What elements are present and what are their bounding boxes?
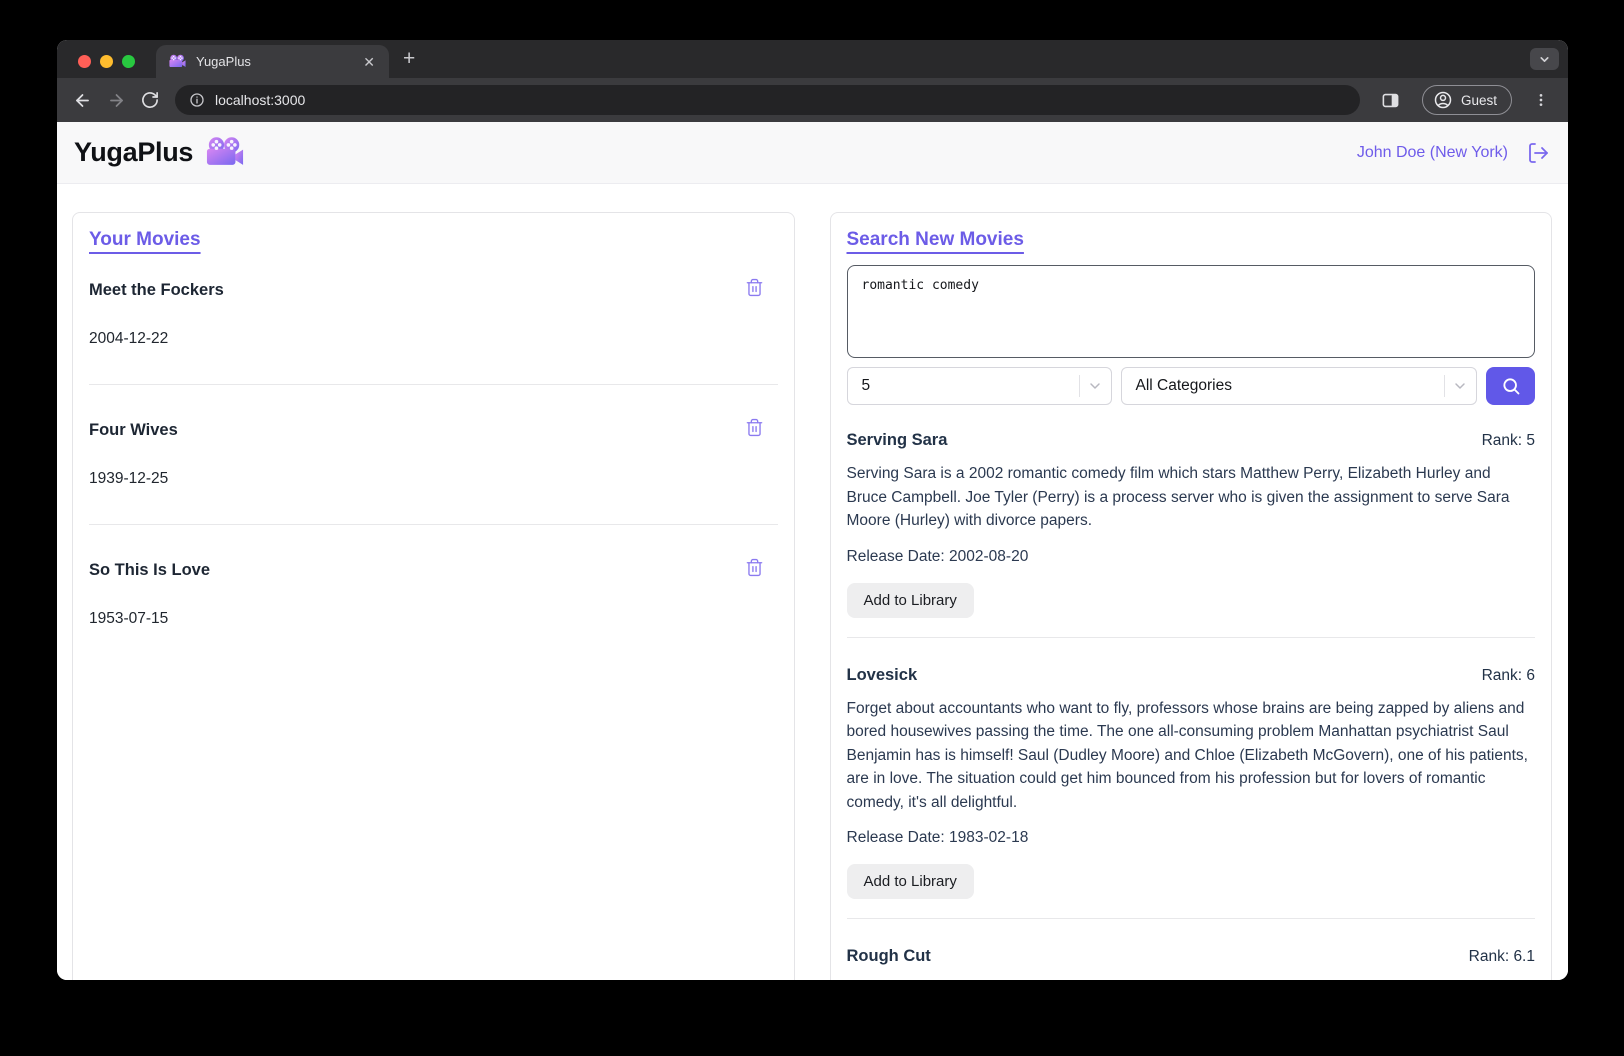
result-rank: Rank: 6 xyxy=(1481,666,1535,684)
movie-release-date: 1939-12-25 xyxy=(89,470,169,487)
delete-movie-button[interactable] xyxy=(745,558,764,577)
content: Your Movies Meet the Fockers 2004-12-22 xyxy=(57,184,1568,980)
new-tab-button[interactable]: + xyxy=(403,47,415,71)
profile-button[interactable]: Guest xyxy=(1421,85,1512,115)
movie-release-date: 1953-07-15 xyxy=(89,610,169,627)
category-value: All Categories xyxy=(1135,377,1233,394)
movie-camera-logo-icon xyxy=(207,137,244,165)
header-right: John Doe (New York) xyxy=(1357,141,1550,165)
add-to-library-button[interactable]: Add to Library xyxy=(846,582,974,618)
logout-icon[interactable] xyxy=(1526,141,1550,165)
minimize-window-button[interactable] xyxy=(100,55,113,68)
site-info-icon[interactable] xyxy=(189,92,205,108)
user-name: John Doe (New York) xyxy=(1356,143,1508,161)
library-item: So This Is Love 1953-07-15 xyxy=(89,525,778,664)
result-title: Rough Cut xyxy=(846,947,931,965)
browser-menu-button[interactable] xyxy=(1524,83,1558,117)
movie-title: Four Wives xyxy=(89,421,178,439)
search-result: Serving Sara Rank: 5 Serving Sara is a 2… xyxy=(846,405,1535,637)
side-panel-button[interactable] xyxy=(1374,83,1408,117)
movie-title: So This Is Love xyxy=(89,561,211,579)
browser-window: YugaPlus ✕ + localhost:3000 Guest YugaPl… xyxy=(57,40,1568,980)
result-rank: Rank: 6.1 xyxy=(1468,948,1535,965)
movie-release-date: 2004-12-22 xyxy=(89,330,169,347)
yugaplus-page: YugaPlus John Doe (New York) Your Movies… xyxy=(57,122,1568,980)
back-arrow-icon xyxy=(75,93,89,107)
chevron-down-icon xyxy=(1089,383,1100,389)
library-item: Meet the Fockers 2004-12-22 xyxy=(89,251,778,385)
result-description: Serving Sara is a 2002 romantic comedy f… xyxy=(846,465,1510,529)
category-select[interactable]: All Categories xyxy=(1120,367,1477,405)
reload-button[interactable] xyxy=(133,83,167,117)
library-item: Four Wives 1939-12-25 xyxy=(89,385,778,525)
app-header: YugaPlus John Doe (New York) xyxy=(57,122,1568,184)
tab-search-chevron-button[interactable] xyxy=(1530,48,1559,70)
result-limit-value: 5 xyxy=(861,377,871,394)
result-release-date: Release Date: 1983-02-18 xyxy=(846,829,1029,846)
tab-strip: YugaPlus ✕ + xyxy=(57,40,1568,78)
back-button[interactable] xyxy=(65,83,99,117)
chevron-down-icon xyxy=(1455,383,1465,389)
result-description: Forget about accountants who want to fly… xyxy=(846,699,1528,811)
close-window-button[interactable] xyxy=(78,55,91,68)
search-button[interactable] xyxy=(1486,367,1535,405)
tab-title: YugaPlus xyxy=(196,54,251,69)
user-avatar-icon xyxy=(1434,91,1452,109)
select-divider xyxy=(1078,375,1080,397)
url-bar[interactable]: localhost:3000 xyxy=(175,85,1360,115)
result-limit-select[interactable]: 5 xyxy=(846,367,1112,405)
search-heading: Search New Movies xyxy=(846,229,1024,250)
movie-title: Meet the Fockers xyxy=(89,281,224,299)
add-to-library-button[interactable]: Add to Library xyxy=(846,864,974,899)
browser-toolbar: localhost:3000 Guest xyxy=(57,78,1568,122)
search-panel: Search New Movies romantic comedy 5 All … xyxy=(829,212,1552,980)
tab-close-icon[interactable]: ✕ xyxy=(359,53,379,71)
forward-button[interactable] xyxy=(99,83,133,117)
screenshot-stage: YugaPlus ✕ + localhost:3000 Guest YugaPl… xyxy=(0,0,1624,1056)
search-icon xyxy=(1502,378,1519,395)
search-result: Rough Cut Rank: 6.1 xyxy=(846,918,1535,966)
forward-arrow-icon xyxy=(109,93,123,107)
kebab-menu-icon xyxy=(1539,94,1543,106)
select-divider xyxy=(1444,375,1445,397)
maximize-window-button[interactable] xyxy=(122,55,135,68)
trash-icon xyxy=(746,278,762,297)
search-controls: 5 All Categories xyxy=(846,367,1535,405)
result-release-date: Release Date: 2002-08-20 xyxy=(846,547,1029,565)
search-query-input[interactable]: romantic comedy xyxy=(846,265,1535,358)
trash-icon xyxy=(746,558,762,577)
delete-movie-button[interactable] xyxy=(745,278,764,297)
reload-icon xyxy=(142,92,158,108)
delete-movie-button[interactable] xyxy=(745,418,764,437)
side-panel-icon xyxy=(1383,93,1399,107)
trash-icon xyxy=(746,418,762,437)
result-rank: Rank: 5 xyxy=(1481,432,1535,449)
traffic-lights xyxy=(57,55,135,78)
url-text: localhost:3000 xyxy=(215,92,306,108)
profile-label: Guest xyxy=(1460,92,1497,108)
brand-title: YugaPlus xyxy=(74,137,194,167)
your-movies-panel: Your Movies Meet the Fockers 2004-12-22 xyxy=(72,212,795,980)
result-title: Serving Sara xyxy=(846,431,948,449)
tab-yugaplus[interactable]: YugaPlus ✕ xyxy=(156,45,389,78)
brand: YugaPlus xyxy=(74,136,244,169)
movie-camera-favicon xyxy=(169,54,186,68)
chevron-down-icon xyxy=(1540,56,1549,62)
your-movies-heading: Your Movies xyxy=(89,229,201,250)
result-title: Lovesick xyxy=(846,665,918,684)
search-result: Lovesick Rank: 6 Forget about accountant… xyxy=(846,636,1535,919)
